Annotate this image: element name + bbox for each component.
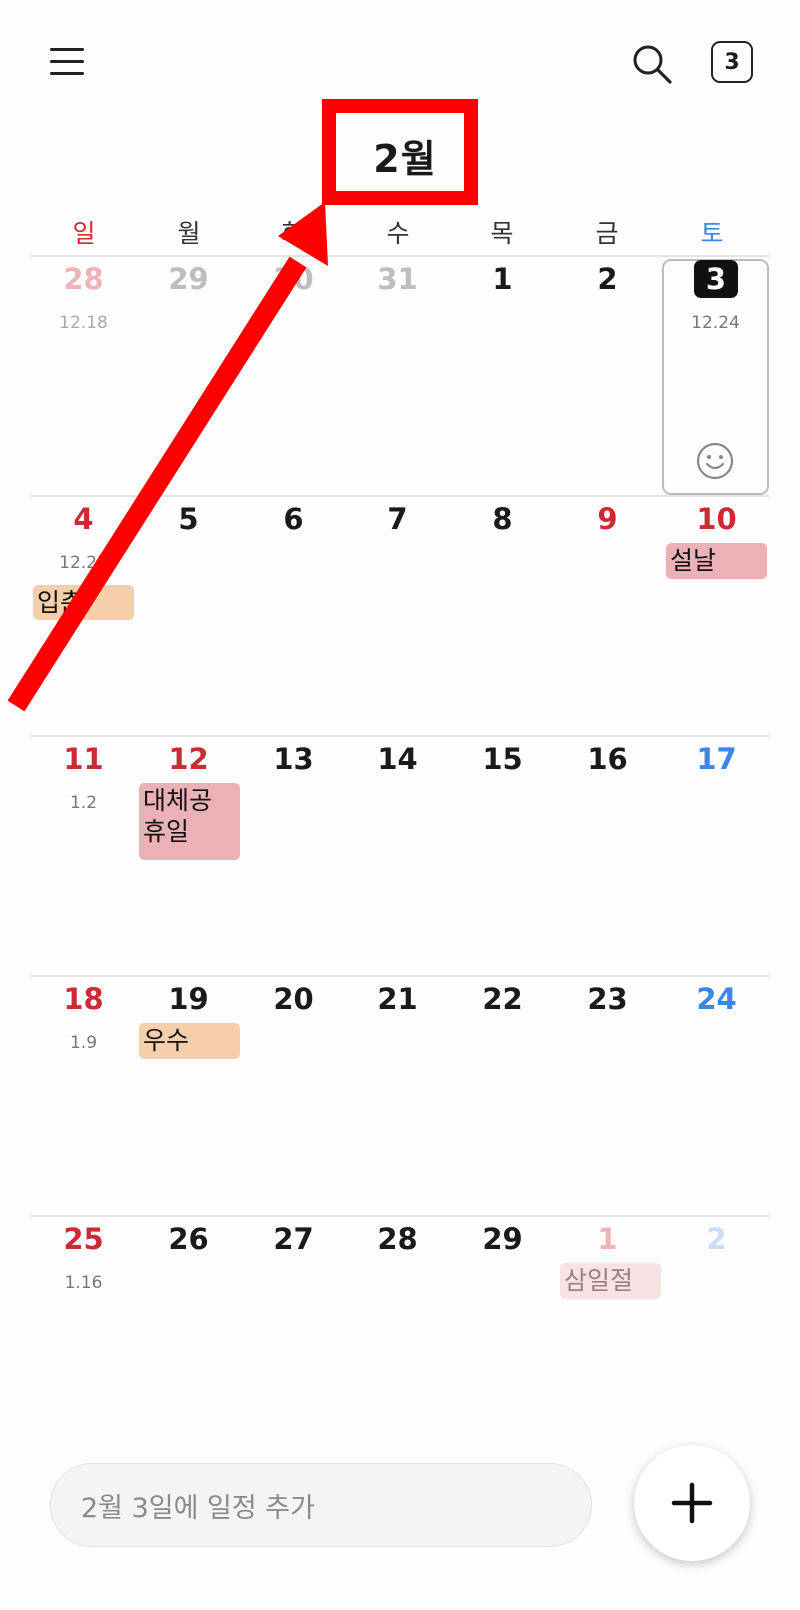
day-cell[interactable]: 12 xyxy=(136,742,241,776)
day-cell[interactable]: 15 xyxy=(450,742,555,776)
search-icon[interactable] xyxy=(630,42,674,86)
day-cell[interactable]: 22 xyxy=(450,982,555,1016)
day-cell[interactable]: 30 xyxy=(241,262,346,296)
event-chip-ipchun[interactable]: 입춘 xyxy=(33,585,134,620)
add-event-button[interactable] xyxy=(634,1445,750,1561)
day-cell[interactable]: 13 xyxy=(241,742,346,776)
week-divider xyxy=(31,255,769,257)
weekday-sat: 토 xyxy=(700,219,724,248)
day-cell[interactable]: 7 xyxy=(345,502,450,536)
day-cell[interactable]: 18 xyxy=(31,982,136,1016)
day-cell[interactable]: 4 xyxy=(31,502,136,536)
day-cell[interactable]: 26 xyxy=(136,1222,241,1256)
lunar-date: 12.18 xyxy=(59,313,108,333)
week-divider xyxy=(31,975,769,977)
weekday-wed: 수 xyxy=(386,219,410,248)
smiley-icon[interactable] xyxy=(696,442,734,480)
lunar-date: 1.2 xyxy=(69,793,98,813)
annotation-highlight-box xyxy=(322,99,478,205)
today-button[interactable]: 3 xyxy=(711,41,753,83)
day-cell[interactable]: 25 xyxy=(31,1222,136,1256)
day-cell[interactable]: 10 xyxy=(664,502,769,536)
weekday-sun: 일 xyxy=(72,219,96,248)
event-chip-usu[interactable]: 우수 xyxy=(139,1023,240,1059)
day-cell[interactable]: 29 xyxy=(136,262,241,296)
day-cell[interactable]: 19 xyxy=(136,982,241,1016)
week-divider xyxy=(31,735,769,737)
day-cell[interactable]: 29 xyxy=(450,1222,555,1256)
day-cell[interactable]: 2 xyxy=(555,262,660,296)
day-cell[interactable]: 21 xyxy=(345,982,450,1016)
add-event-input[interactable]: 2월 3일에 일정 추가 xyxy=(50,1463,592,1547)
lunar-date: 1.9 xyxy=(69,1033,98,1053)
lunar-date: 12.25 xyxy=(59,553,108,573)
plus-icon xyxy=(671,1482,713,1524)
day-cell[interactable]: 14 xyxy=(345,742,450,776)
menu-icon[interactable] xyxy=(50,44,86,80)
event-chip-substitute-holiday[interactable]: 대체공 휴일 xyxy=(139,783,240,860)
day-cell[interactable]: 28 xyxy=(31,262,136,296)
weekday-mon: 월 xyxy=(177,219,201,248)
day-cell[interactable]: 1 xyxy=(450,262,555,296)
lunar-date: 12.24 xyxy=(691,313,740,333)
weekday-fri: 금 xyxy=(595,219,619,248)
day-cell[interactable]: 2 xyxy=(664,1222,769,1256)
event-chip-samiljeol[interactable]: 삼일절 xyxy=(560,1263,661,1299)
day-cell[interactable]: 5 xyxy=(136,502,241,536)
day-cell[interactable]: 23 xyxy=(555,982,660,1016)
day-cell[interactable]: 20 xyxy=(241,982,346,1016)
event-chip-seollal[interactable]: 설날 xyxy=(666,543,767,579)
day-cell[interactable]: 16 xyxy=(555,742,660,776)
day-cell[interactable]: 17 xyxy=(664,742,769,776)
day-cell[interactable]: 6 xyxy=(241,502,346,536)
day-cell[interactable]: 24 xyxy=(664,982,769,1016)
weekday-thu: 목 xyxy=(490,219,514,248)
week-divider xyxy=(31,495,769,497)
day-cell[interactable]: 27 xyxy=(241,1222,346,1256)
day-cell[interactable]: 1 xyxy=(555,1222,660,1256)
lunar-date: 1.16 xyxy=(64,1273,103,1293)
week-divider xyxy=(31,1215,769,1217)
today-day-cell[interactable]: 3 xyxy=(694,260,738,298)
day-cell[interactable]: 11 xyxy=(31,742,136,776)
day-cell[interactable]: 28 xyxy=(345,1222,450,1256)
day-cell[interactable]: 9 xyxy=(555,502,660,536)
day-cell[interactable]: 31 xyxy=(345,262,450,296)
weekday-tue: 화 xyxy=(281,219,305,248)
day-cell[interactable]: 8 xyxy=(450,502,555,536)
